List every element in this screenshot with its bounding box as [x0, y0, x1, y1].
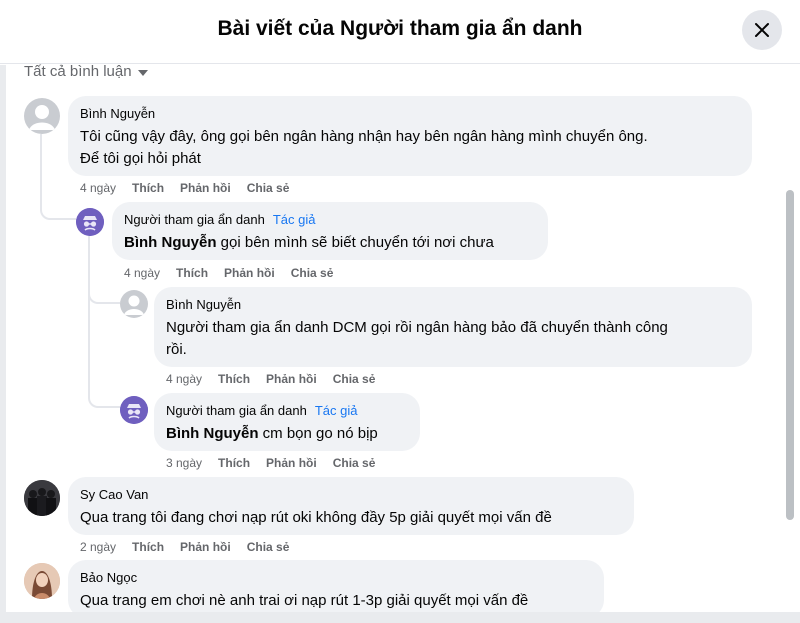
comment-author[interactable]: Bảo Ngọc — [80, 570, 137, 585]
like-button[interactable]: Thích — [218, 372, 250, 386]
comment-time[interactable]: 2 ngày — [80, 540, 116, 554]
anonymous-avatar-icon — [76, 208, 104, 236]
comment-actions: 4 ngày Thích Phản hồi Chia sẻ — [124, 265, 333, 281]
comment-author[interactable]: Sy Cao Van — [80, 487, 148, 502]
like-button[interactable]: Thích — [176, 266, 208, 280]
comment-filter-dropdown[interactable]: Tất cả bình luận — [24, 63, 148, 80]
like-button[interactable]: Thích — [218, 456, 250, 470]
share-button[interactable]: Chia sẻ — [291, 266, 334, 280]
avatar[interactable] — [76, 208, 104, 236]
reply-button[interactable]: Phản hồi — [180, 181, 231, 195]
default-avatar-icon — [124, 295, 144, 315]
user-photo-avatar — [24, 480, 60, 516]
backdrop-edge — [0, 612, 800, 623]
reply-button[interactable]: Phản hồi — [266, 372, 317, 386]
share-button[interactable]: Chia sẻ — [247, 540, 290, 554]
reply-button[interactable]: Phản hồi — [180, 540, 231, 554]
comment-actions: 4 ngày Thích Phản hồi Chia sẻ — [80, 180, 289, 196]
comment-text: Người tham gia ẩn danh DCM gọi rồi ngân … — [166, 319, 668, 358]
comment-actions: 3 ngày Thích Phản hồi Chia sẻ — [166, 455, 375, 471]
comment-bubble: Sy Cao Van Qua trang tôi đang chơi nạp r… — [68, 477, 634, 535]
comment-text: Bình Nguyễn cm bọn go nó bịp — [166, 425, 378, 442]
caret-down-icon — [137, 69, 148, 76]
avatar[interactable] — [24, 480, 60, 516]
reply-thread-line — [88, 300, 120, 408]
anonymous-avatar-icon — [120, 396, 148, 424]
comment-bubble: Người tham gia ẩn danh Tác giả Bình Nguy… — [112, 202, 548, 260]
comment-author[interactable]: Người tham gia ẩn danh — [124, 212, 265, 227]
share-button[interactable]: Chia sẻ — [333, 372, 376, 386]
share-button[interactable]: Chia sẻ — [333, 456, 376, 470]
share-button[interactable]: Chia sẻ — [247, 181, 290, 195]
comment-bubble: Bình Nguyễn Người tham gia ẩn danh DCM g… — [154, 287, 752, 367]
like-button[interactable]: Thích — [132, 181, 164, 195]
avatar[interactable] — [24, 98, 60, 134]
dialog-header: Bài viết của Người tham gia ẩn danh — [0, 0, 800, 64]
comment-time[interactable]: 4 ngày — [124, 266, 160, 280]
comment-actions: 4 ngày Thích Phản hồi Chia sẻ — [166, 371, 375, 387]
comment-time[interactable]: 4 ngày — [80, 181, 116, 195]
comment-text: Tôi cũng vậy đây, ông gọi bên ngân hàng … — [80, 128, 648, 167]
close-icon — [755, 23, 769, 37]
comment-text: Bình Nguyễn gọi bên mình sẽ biết chuyển … — [124, 234, 494, 251]
comment-bubble: Người tham gia ẩn danh Tác giả Bình Nguy… — [154, 393, 420, 451]
comment-author[interactable]: Bình Nguyễn — [80, 106, 155, 121]
comment-bubble: Bình Nguyễn Tôi cũng vậy đây, ông gọi bê… — [68, 96, 752, 176]
comment-text: Qua trang tôi đang chơi nạp rút oki khôn… — [80, 509, 552, 526]
scrollbar[interactable] — [786, 190, 794, 520]
author-badge: Tác giả — [272, 211, 316, 227]
comment-actions: 2 ngày Thích Phản hồi Chia sẻ — [80, 539, 289, 555]
avatar[interactable] — [24, 563, 60, 599]
comment-text: Qua trang em chơi nè anh trai ơi nạp rút… — [80, 592, 529, 609]
comment-author[interactable]: Bình Nguyễn — [166, 297, 241, 312]
close-button[interactable] — [742, 10, 782, 50]
like-button[interactable]: Thích — [132, 540, 164, 554]
user-photo-avatar — [24, 563, 60, 599]
reply-button[interactable]: Phản hồi — [266, 456, 317, 470]
default-avatar-icon — [29, 105, 55, 130]
avatar[interactable] — [120, 396, 148, 424]
avatar[interactable] — [120, 290, 148, 318]
author-badge: Tác giả — [314, 402, 358, 418]
comment-time[interactable]: 3 ngày — [166, 456, 202, 470]
dialog-title: Bài viết của Người tham gia ẩn danh — [217, 17, 583, 40]
mention-link[interactable]: Bình Nguyễn — [166, 425, 259, 442]
comment-author[interactable]: Người tham gia ẩn danh — [166, 403, 307, 418]
comment-filter-label: Tất cả bình luận — [24, 63, 132, 80]
backdrop-edge — [0, 65, 6, 623]
comment-bubble: Bảo Ngọc Qua trang em chơi nè anh trai ơ… — [68, 560, 604, 618]
comment-time[interactable]: 4 ngày — [166, 372, 202, 386]
mention-link[interactable]: Bình Nguyễn — [124, 234, 217, 251]
reply-button[interactable]: Phản hồi — [224, 266, 275, 280]
